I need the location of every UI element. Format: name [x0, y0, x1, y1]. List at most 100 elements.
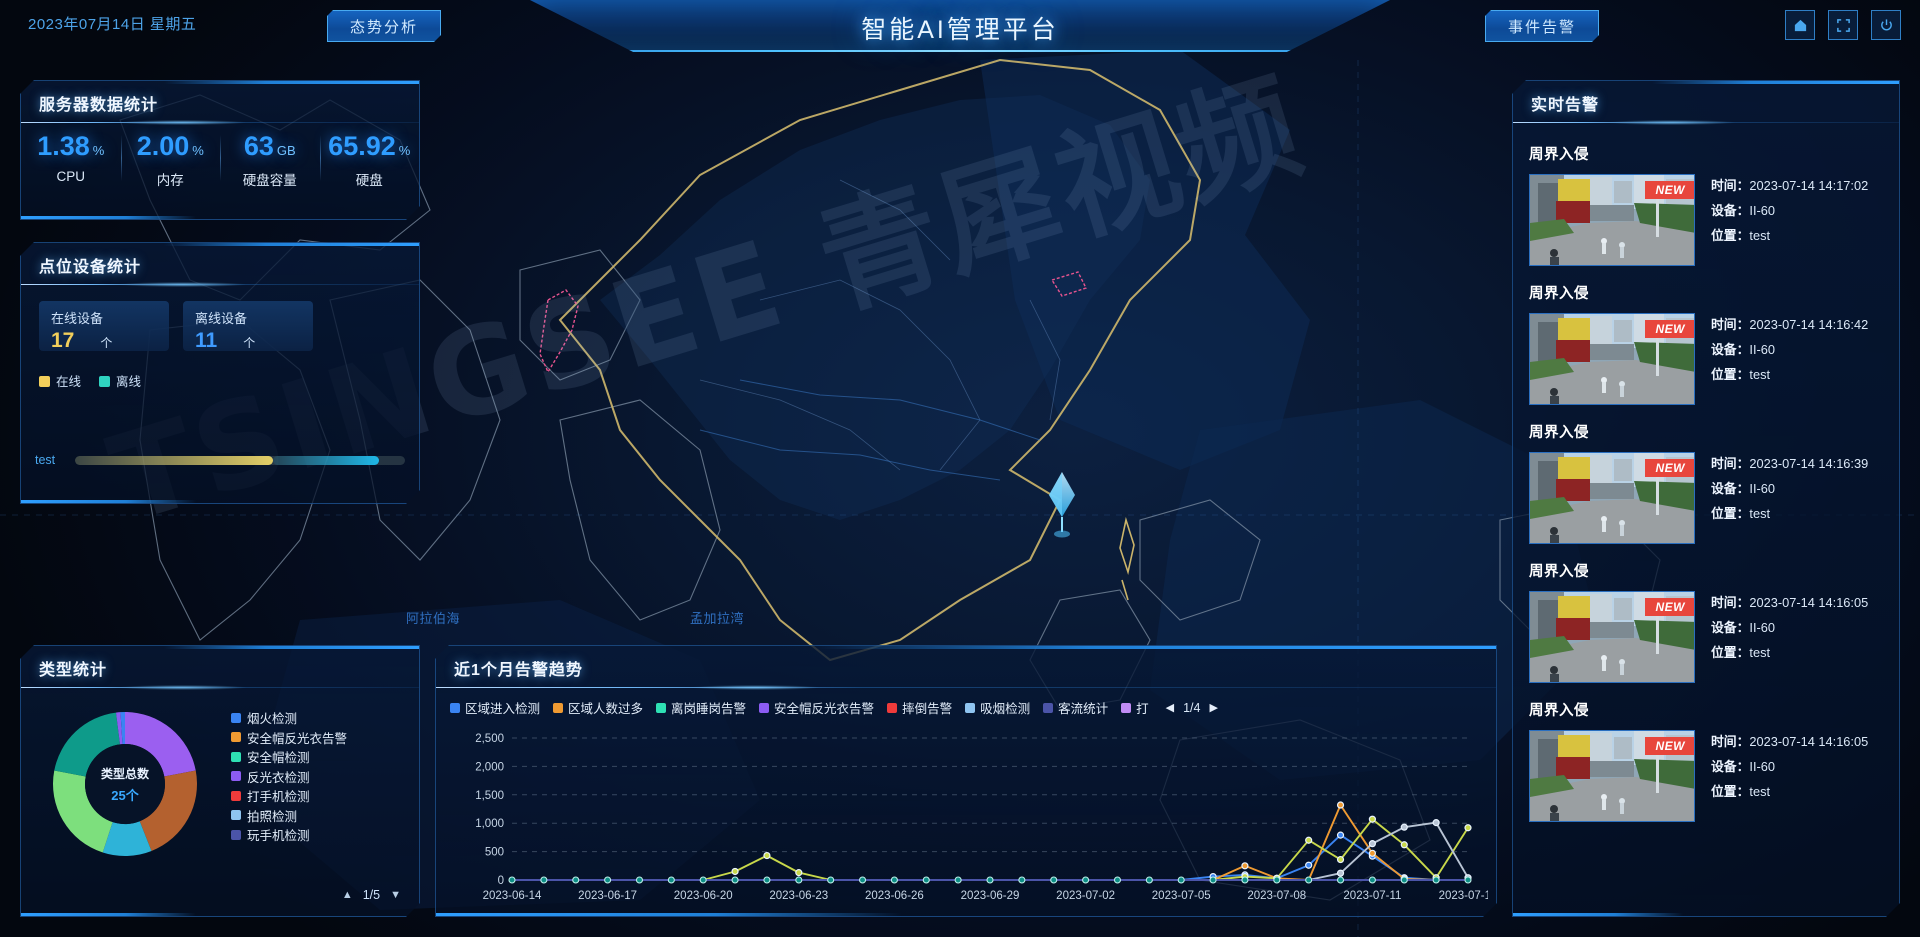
event-alarm-button[interactable]: 事件告警	[1485, 10, 1599, 42]
alert-item[interactable]: 周界入侵 NEW 时间：2023-07-14 14:16:39 设备：II-60 位置：…	[1529, 421, 1883, 544]
type-legend-item[interactable]: 反光衣检测	[231, 767, 347, 787]
alert-thumbnail[interactable]: NEW	[1529, 730, 1695, 822]
alert-thumbnail[interactable]: NEW	[1529, 591, 1695, 683]
alert-location-value: test	[1749, 644, 1771, 660]
chart-data-point[interactable]	[668, 877, 674, 883]
chart-data-point[interactable]	[732, 877, 738, 883]
alerts-list[interactable]: 周界入侵 NEW 时间：2023-07-14 14:17:02 设备：II-60 位置：…	[1513, 127, 1899, 910]
chart-data-point[interactable]	[1210, 877, 1216, 883]
chart-data-point[interactable]	[1433, 877, 1439, 883]
chart-data-point[interactable]	[605, 877, 611, 883]
chart-data-point[interactable]	[1465, 877, 1471, 883]
chart-data-point[interactable]	[1083, 877, 1089, 883]
chart-data-point[interactable]	[732, 868, 738, 874]
type-legend-item[interactable]: 安全帽反光衣告警	[231, 728, 347, 748]
pager-next-icon[interactable]: ▶	[1209, 701, 1217, 714]
alert-item[interactable]: 周界入侵 NEW 时间：2023-07-14 14:17:02 设备：II-60 位置：…	[1529, 143, 1883, 266]
chart-data-point[interactable]	[509, 877, 515, 883]
chart-data-point[interactable]	[1274, 877, 1280, 883]
chart-data-point[interactable]	[1338, 870, 1344, 876]
chart-data-point[interactable]	[828, 877, 834, 883]
trend-legend-item[interactable]: 离岗睡岗告警	[656, 698, 746, 717]
chart-data-point[interactable]	[1401, 842, 1407, 848]
trend-legend-item[interactable]: 安全帽反光衣告警	[759, 698, 874, 717]
pager-prev-icon[interactable]: ◀	[1166, 701, 1174, 714]
chart-data-point[interactable]	[1242, 863, 1248, 869]
chart-data-point[interactable]	[1338, 802, 1344, 808]
chart-data-point[interactable]	[1242, 877, 1248, 883]
pager-up-icon[interactable]: ▲	[342, 889, 353, 901]
chart-data-point[interactable]	[1146, 877, 1152, 883]
chart-data-point[interactable]	[573, 877, 579, 883]
stat-label: CPU	[56, 169, 85, 184]
alert-item[interactable]: 周界入侵 NEW 时间：2023-07-14 14:16:42 设备：II-60 位置：…	[1529, 282, 1883, 405]
panel-accent	[21, 913, 196, 916]
trend-legend-item[interactable]: 摔倒告警	[887, 698, 952, 717]
chart-data-point[interactable]	[1338, 857, 1344, 863]
chart-data-point[interactable]	[1369, 877, 1375, 883]
type-legend-item[interactable]: 拍照检测	[231, 806, 347, 826]
pager-down-icon[interactable]: ▼	[390, 889, 401, 901]
type-legend-item[interactable]: 玩手机检测	[231, 825, 347, 845]
chart-data-point[interactable]	[1433, 820, 1439, 826]
chart-data-point[interactable]	[1465, 825, 1471, 831]
chart-data-point[interactable]	[1369, 816, 1375, 822]
legend-label: 安全帽反光衣告警	[247, 731, 348, 746]
type-legend-item[interactable]: 打手机检测	[231, 786, 347, 806]
chart-data-point[interactable]	[1019, 877, 1025, 883]
power-button[interactable]	[1871, 10, 1901, 40]
chart-data-point[interactable]	[891, 877, 897, 883]
home-button[interactable]	[1785, 10, 1815, 40]
alert-thumbnail[interactable]: NEW	[1529, 313, 1695, 405]
trend-legend-item[interactable]: 区域人数过多	[553, 698, 643, 717]
chart-data-point[interactable]	[1338, 832, 1344, 838]
chart-data-point[interactable]	[987, 877, 993, 883]
chart-data-point[interactable]	[764, 877, 770, 883]
chart-data-point[interactable]	[636, 877, 642, 883]
chart-data-point[interactable]	[764, 853, 770, 859]
y-axis-tick-label: 500	[485, 847, 504, 859]
legend-item-offline[interactable]: 离线	[99, 371, 141, 390]
chart-data-point[interactable]	[1051, 877, 1057, 883]
chart-data-point[interactable]	[541, 877, 547, 883]
offline-device-card[interactable]: 离线设备 11 个	[183, 301, 313, 351]
alert-location-value: test	[1749, 783, 1771, 799]
situation-analysis-button[interactable]: 态势分析	[327, 10, 441, 42]
chart-data-point[interactable]	[1178, 877, 1184, 883]
chart-data-point[interactable]	[700, 877, 706, 883]
chart-data-point[interactable]	[1338, 877, 1344, 883]
chart-data-point[interactable]	[1369, 850, 1375, 856]
trend-chart-area[interactable]: 0 500 1,000 1,500 2,000 2,500 2023-06-14 2023-0…	[446, 730, 1486, 906]
alert-thumbnail[interactable]: NEW	[1529, 452, 1695, 544]
legend-item-online[interactable]: 在线	[39, 371, 81, 390]
chart-data-point[interactable]	[796, 877, 802, 883]
chart-data-point[interactable]	[860, 877, 866, 883]
location-marker-icon[interactable]	[1040, 470, 1084, 540]
chart-data-point[interactable]	[1114, 877, 1120, 883]
type-legend-item[interactable]: 烟火检测	[231, 708, 347, 728]
trend-legend-item[interactable]: 客流统计	[1043, 698, 1108, 717]
chart-data-point[interactable]	[1369, 841, 1375, 847]
chart-data-point[interactable]	[955, 877, 961, 883]
chart-data-point[interactable]	[796, 870, 802, 876]
online-device-card[interactable]: 在线设备 17 个	[39, 301, 169, 351]
alert-item[interactable]: 周界入侵 NEW 时间：2023-07-14 14:16:05 设备：II-60 位置：…	[1529, 560, 1883, 683]
chart-data-point[interactable]	[1306, 837, 1312, 843]
chart-data-point[interactable]	[1306, 862, 1312, 868]
chart-data-point[interactable]	[923, 877, 929, 883]
type-donut-chart[interactable]: 类型总数 25个	[45, 704, 205, 864]
legend-label: 区域进入检测	[465, 702, 541, 716]
alert-item[interactable]: 周界入侵 NEW 时间：2023-07-14 14:16:05 设备：II-60 位置：…	[1529, 699, 1883, 822]
chart-data-point[interactable]	[1401, 877, 1407, 883]
chart-data-point[interactable]	[1306, 877, 1312, 883]
trend-legend-item[interactable]: 吸烟检测	[965, 698, 1030, 717]
trend-legend-item[interactable]: 打	[1121, 698, 1149, 717]
stat-unit: %	[192, 143, 204, 158]
type-legend-item[interactable]: 安全帽检测	[231, 747, 347, 767]
legend-label: 客流统计	[1058, 702, 1109, 716]
new-badge: NEW	[1645, 320, 1695, 338]
fullscreen-button[interactable]	[1828, 10, 1858, 40]
alert-thumbnail[interactable]: NEW	[1529, 174, 1695, 266]
chart-data-point[interactable]	[1401, 824, 1407, 830]
trend-legend-item[interactable]: 区域进入检测	[450, 698, 540, 717]
